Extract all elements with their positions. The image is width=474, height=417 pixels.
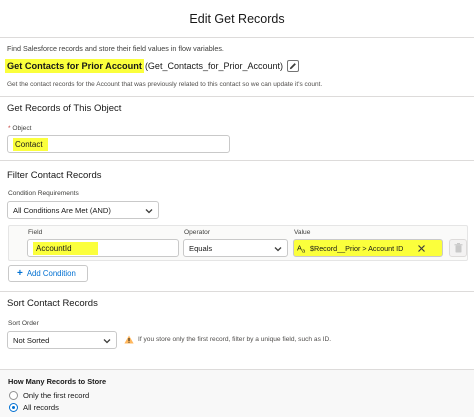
element-sub-description: Get the contact records for the Account … <box>7 81 323 88</box>
radio-first-record[interactable]: Only the first record <box>9 391 89 400</box>
section-title-sort: Sort Contact Records <box>7 298 98 309</box>
field-input[interactable]: AccountId <box>27 239 179 257</box>
object-input[interactable]: Contact <box>7 135 230 153</box>
sort-order-label: Sort Order <box>8 320 39 327</box>
condition-requirements-select[interactable]: All Conditions Are Met (AND) <box>7 201 159 219</box>
modal-title: Edit Get Records <box>189 12 285 26</box>
radio-button[interactable] <box>9 391 18 400</box>
object-label: * Object <box>8 125 31 132</box>
delete-condition-button[interactable] <box>449 239 467 257</box>
field-label: Field <box>28 229 43 236</box>
radio-all-records[interactable]: All records <box>9 403 59 412</box>
close-icon[interactable] <box>417 244 426 253</box>
divider <box>0 160 474 161</box>
value-input[interactable]: A a $Record__Prior > Account ID <box>293 239 443 257</box>
value-text: $Record__Prior > Account ID <box>310 243 404 253</box>
plus-icon: + <box>17 268 23 279</box>
operator-label: Operator <box>184 229 211 236</box>
svg-text:a: a <box>302 249 306 254</box>
object-label-text: Object <box>12 125 32 132</box>
chevron-down-icon <box>145 209 153 214</box>
condition-requirements-value: All Conditions Are Met (AND) <box>13 205 111 215</box>
records-title: How Many Records to Store <box>8 377 107 386</box>
section-title-object: Get Records of This Object <box>7 103 122 114</box>
required-marker: * <box>8 125 11 132</box>
element-label-row: Get Contacts for Prior Account (Get_Cont… <box>5 58 300 74</box>
element-label: Get Contacts for Prior Account <box>5 59 144 73</box>
sort-order-select[interactable]: Not Sorted <box>7 331 117 349</box>
divider <box>0 96 474 97</box>
sort-order-value: Not Sorted <box>13 335 50 345</box>
section-title-filter: Filter Contact Records <box>7 170 102 181</box>
element-api-name: (Get_Contacts_for_Prior_Account) <box>144 61 284 71</box>
object-value: Contact <box>13 137 48 151</box>
trash-icon <box>454 243 462 253</box>
radio-button-selected[interactable] <box>9 403 18 412</box>
operator-value: Equals <box>189 243 213 253</box>
condition-requirements-label: Condition Requirements <box>8 190 79 197</box>
edit-label-button[interactable] <box>287 60 300 72</box>
sort-warning: If you store only the first record, filt… <box>124 335 331 344</box>
add-condition-label: Add Condition <box>26 269 76 278</box>
warning-icon <box>124 335 134 344</box>
chevron-down-icon <box>274 247 282 252</box>
field-value: AccountId <box>33 241 98 255</box>
add-condition-button[interactable]: + Add Condition <box>8 265 88 282</box>
radio-first-record-label: Only the first record <box>23 391 90 400</box>
element-description: Find Salesforce records and store their … <box>7 44 224 53</box>
radio-all-records-label: All records <box>23 403 59 412</box>
modal-header: Edit Get Records <box>0 0 474 38</box>
operator-select[interactable]: Equals <box>183 239 288 257</box>
pencil-icon <box>289 63 296 70</box>
resource-icon: A a <box>297 244 306 254</box>
divider <box>0 291 474 292</box>
sort-warning-text: If you store only the first record, filt… <box>138 336 332 343</box>
chevron-down-icon <box>103 339 111 344</box>
value-label: Value <box>294 229 311 236</box>
